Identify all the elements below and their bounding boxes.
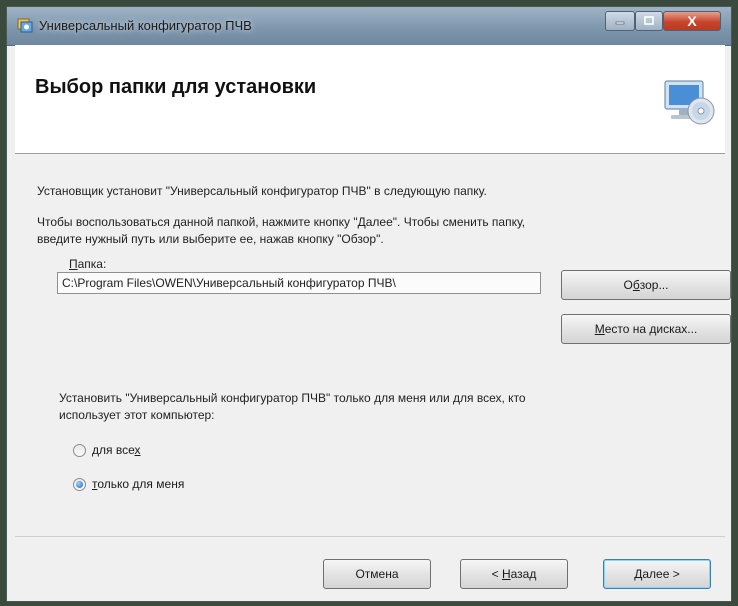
cancel-button[interactable]: Отмена xyxy=(323,559,431,589)
radio-me-label-rest: олько для меня xyxy=(97,477,185,491)
radio-all-label-pre: для все xyxy=(92,443,135,457)
radio-me-label: только для меня xyxy=(92,477,184,491)
radio-selected-dot xyxy=(76,480,83,488)
back-label-accel: Н xyxy=(501,567,511,581)
computer-cd-icon xyxy=(664,80,715,125)
folder-label-rest: апка: xyxy=(77,257,107,271)
browse-label-post: зор... xyxy=(639,278,669,292)
back-button[interactable]: < Назад xyxy=(460,559,568,589)
folder-label-accel: П xyxy=(69,257,78,271)
page-title: Выбор папки для установки xyxy=(35,76,317,98)
instruction-text-line1: Чтобы воспользоваться данной папкой, наж… xyxy=(37,215,526,229)
close-icon: X xyxy=(687,13,697,29)
radio-all-label-accel: х xyxy=(134,443,141,457)
browse-button[interactable]: Об зор... xyxy=(561,270,731,300)
scope-question-line1: Установить "Универсальный конфигуратор П… xyxy=(59,391,526,405)
cancel-label: Отмена xyxy=(355,567,399,581)
maximize-button[interactable] xyxy=(635,11,663,31)
browse-label-accel: б xyxy=(632,278,640,292)
folder-label: Папка: xyxy=(69,256,106,273)
folder-path-input[interactable] xyxy=(57,272,541,294)
next-button[interactable]: Далее > xyxy=(603,559,711,589)
minimize-button[interactable] xyxy=(605,11,635,31)
scope-question-line2: использует этот компьютер: xyxy=(59,408,215,422)
footer-divider xyxy=(15,536,725,537)
radio-unchecked-icon[interactable] xyxy=(73,443,86,457)
back-label-rest: азад xyxy=(510,567,537,581)
intro-text: Установщик установит "Универсальный конф… xyxy=(37,184,487,198)
radio-all-label: для всех xyxy=(92,443,141,457)
installer-window: Универсальный конфигуратор ПЧВ X Выбор п… xyxy=(6,6,732,602)
radio-checked-icon[interactable] xyxy=(73,477,86,491)
maximize-icon xyxy=(644,16,654,25)
radio-just-me[interactable]: только для меня xyxy=(73,477,184,491)
close-button[interactable]: X xyxy=(663,11,721,31)
window-title: Универсальный конфигуратор ПЧВ xyxy=(39,18,252,33)
disk-label-rest: есто на дисках... xyxy=(604,322,698,336)
disk-space-button[interactable]: Место на дисках... xyxy=(561,314,731,344)
header-panel: Выбор папки для установки xyxy=(15,45,725,154)
browse-label-pre: О xyxy=(623,278,633,292)
next-label: Далее > xyxy=(634,567,680,581)
minimize-icon xyxy=(615,21,625,25)
back-label-prefix: < xyxy=(491,567,502,581)
content-area: Установщик установит "Универсальный конф… xyxy=(15,154,731,534)
radio-all-users[interactable]: для всех xyxy=(73,443,141,457)
instruction-text-line2: введите нужный путь или выберите ее, наж… xyxy=(37,232,384,246)
disk-label-accel: М xyxy=(594,322,605,336)
title-bar[interactable]: Универсальный конфигуратор ПЧВ X xyxy=(7,7,731,46)
installer-app-icon xyxy=(17,18,33,33)
